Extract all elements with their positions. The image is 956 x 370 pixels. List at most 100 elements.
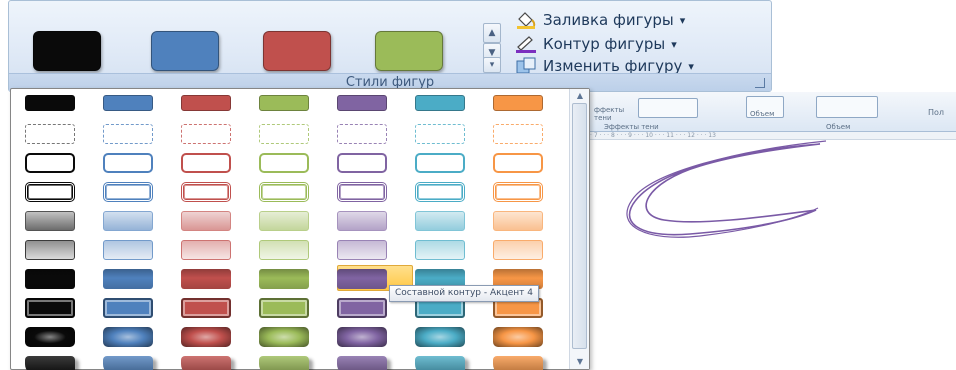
shadow-label: тени <box>594 114 612 122</box>
style-cell-dashed-outline-6[interactable] <box>415 124 465 144</box>
background-ribbon: ффекты тени Эффекты тени Объем Объем Пол <box>590 92 956 132</box>
3d-button-label: Объем <box>750 110 775 118</box>
chevron-down-icon: ▾ <box>671 37 677 51</box>
style-cell-medium-gradient-3[interactable] <box>181 269 231 289</box>
style-cell-glow-bevel-1[interactable] <box>25 327 75 347</box>
style-cell-compound-outline-3[interactable] <box>181 182 231 202</box>
style-cell-solid-3[interactable] <box>181 95 231 111</box>
style-cell-dashed-outline-3[interactable] <box>181 124 231 144</box>
style-cell-shadow-tail-6[interactable] <box>415 356 465 370</box>
style-cell-outline-3[interactable] <box>181 153 231 173</box>
style-cell-outline-1[interactable] <box>25 153 75 173</box>
style-cell-glow-bevel-5[interactable] <box>337 327 387 347</box>
style-cell-soft-gradient-2[interactable] <box>103 240 153 260</box>
shape-style-swatch-black[interactable] <box>33 31 101 71</box>
3d-tilt-buttons[interactable] <box>816 96 878 118</box>
style-cell-medium-gradient-5[interactable] <box>337 269 387 289</box>
style-cell-outline-7[interactable] <box>493 153 543 173</box>
shadow-effects-group-caption: Эффекты тени <box>604 123 659 131</box>
style-cell-framed-intense-2[interactable] <box>103 298 153 318</box>
style-cell-light-gradient-4[interactable] <box>259 211 309 231</box>
style-cell-outline-6[interactable] <box>415 153 465 173</box>
style-cell-compound-outline-2[interactable] <box>103 182 153 202</box>
style-cell-light-gradient-6[interactable] <box>415 211 465 231</box>
shape-fill-label: Заливка фигуры <box>543 11 674 29</box>
style-cell-shadow-tail-2[interactable] <box>103 356 153 370</box>
style-cell-light-gradient-7[interactable] <box>493 211 543 231</box>
style-cell-shadow-tail-5[interactable] <box>337 356 387 370</box>
pen-outline-icon <box>515 35 537 53</box>
style-cell-medium-gradient-4[interactable] <box>259 269 309 289</box>
style-cell-light-gradient-2[interactable] <box>103 211 153 231</box>
style-cell-glow-bevel-7[interactable] <box>493 327 543 347</box>
ruler-text: · 7 · · · 8 · · · 9 · · · 10 · · · 11 · … <box>590 132 716 139</box>
style-cell-solid-1[interactable] <box>25 95 75 111</box>
gallery-scrollbar[interactable]: ▲ ▼ <box>569 89 589 369</box>
style-cell-outline-5[interactable] <box>337 153 387 173</box>
style-cell-outline-2[interactable] <box>103 153 153 173</box>
style-cell-soft-gradient-5[interactable] <box>337 240 387 260</box>
style-cell-framed-intense-1[interactable] <box>25 298 75 318</box>
style-cell-framed-intense-3[interactable] <box>181 298 231 318</box>
style-cell-shadow-tail-1[interactable] <box>25 356 75 370</box>
style-cell-dashed-outline-2[interactable] <box>103 124 153 144</box>
style-cell-dashed-outline-4[interactable] <box>259 124 309 144</box>
paint-bucket-icon <box>515 11 537 29</box>
style-cell-soft-gradient-3[interactable] <box>181 240 231 260</box>
style-cell-light-gradient-3[interactable] <box>181 211 231 231</box>
shape-style-swatch-red[interactable] <box>263 31 331 71</box>
style-cell-glow-bevel-3[interactable] <box>181 327 231 347</box>
style-cell-compound-outline-4[interactable] <box>259 182 309 202</box>
style-tooltip: Составной контур - Акцент 4 <box>389 285 539 302</box>
style-cell-compound-outline-5[interactable] <box>337 182 387 202</box>
style-cell-solid-2[interactable] <box>103 95 153 111</box>
style-cell-soft-gradient-7[interactable] <box>493 240 543 260</box>
style-cell-compound-outline-6[interactable] <box>415 182 465 202</box>
scroll-up-arrow-icon[interactable]: ▲ <box>574 91 586 101</box>
style-cell-glow-bevel-6[interactable] <box>415 327 465 347</box>
style-cell-dashed-outline-5[interactable] <box>337 124 387 144</box>
shape-style-swatch-green[interactable] <box>375 31 443 71</box>
style-cell-solid-6[interactable] <box>415 95 465 111</box>
crescent-shape[interactable] <box>590 140 956 300</box>
chevron-down-icon: ▾ <box>688 59 694 73</box>
style-cell-glow-bevel-4[interactable] <box>259 327 309 347</box>
3d-group-caption: Объем <box>826 123 851 131</box>
shadow-nudge-buttons[interactable] <box>638 98 698 118</box>
style-cell-glow-bevel-2[interactable] <box>103 327 153 347</box>
shape-style-swatch-blue[interactable] <box>151 31 219 71</box>
scroll-down-arrow-icon[interactable]: ▼ <box>574 357 586 367</box>
style-cell-light-gradient-5[interactable] <box>337 211 387 231</box>
position-label: Пол <box>928 108 945 117</box>
gallery-scroll-up-button[interactable]: ▲ <box>483 23 501 43</box>
shape-fill-button[interactable]: Заливка фигуры ▾ <box>515 9 685 31</box>
style-cell-medium-gradient-1[interactable] <box>25 269 75 289</box>
style-cell-dashed-outline-7[interactable] <box>493 124 543 144</box>
style-cell-soft-gradient-4[interactable] <box>259 240 309 260</box>
style-cell-soft-gradient-1[interactable] <box>25 240 75 260</box>
style-cell-shadow-tail-3[interactable] <box>181 356 231 370</box>
style-cell-shadow-tail-4[interactable] <box>259 356 309 370</box>
chevron-down-icon: ▾ <box>679 13 686 27</box>
shape-outline-button[interactable]: Контур фигуры ▾ <box>515 33 677 55</box>
style-cell-framed-intense-5[interactable] <box>337 298 387 318</box>
style-cell-soft-gradient-6[interactable] <box>415 240 465 260</box>
style-cell-solid-4[interactable] <box>259 95 309 111</box>
style-cell-shadow-tail-7[interactable] <box>493 356 543 370</box>
style-cell-medium-gradient-2[interactable] <box>103 269 153 289</box>
scrollbar-thumb[interactable] <box>572 103 587 349</box>
style-cell-light-gradient-1[interactable] <box>25 211 75 231</box>
gallery-more-button[interactable]: ▾ <box>483 57 501 73</box>
shape-outline-label: Контур фигуры <box>543 35 666 53</box>
style-cell-solid-5[interactable] <box>337 95 387 111</box>
shape-styles-gallery: ▲ ▼ Составной контур - Акцент 4 <box>10 88 590 370</box>
style-cell-compound-outline-1[interactable] <box>25 182 75 202</box>
shape-styles-ribbon-group: ▲ ▼ ▾ Заливка фигуры ▾ Контур фигуры ▾ И… <box>8 0 772 92</box>
style-cell-dashed-outline-1[interactable] <box>25 124 75 144</box>
style-cell-compound-outline-7[interactable] <box>493 182 543 202</box>
style-cell-solid-7[interactable] <box>493 95 543 111</box>
style-cell-outline-4[interactable] <box>259 153 309 173</box>
dialog-launcher-icon[interactable] <box>755 78 765 88</box>
style-cell-framed-intense-4[interactable] <box>259 298 309 318</box>
horizontal-ruler: · 7 · · · 8 · · · 9 · · · 10 · · · 11 · … <box>590 132 956 140</box>
